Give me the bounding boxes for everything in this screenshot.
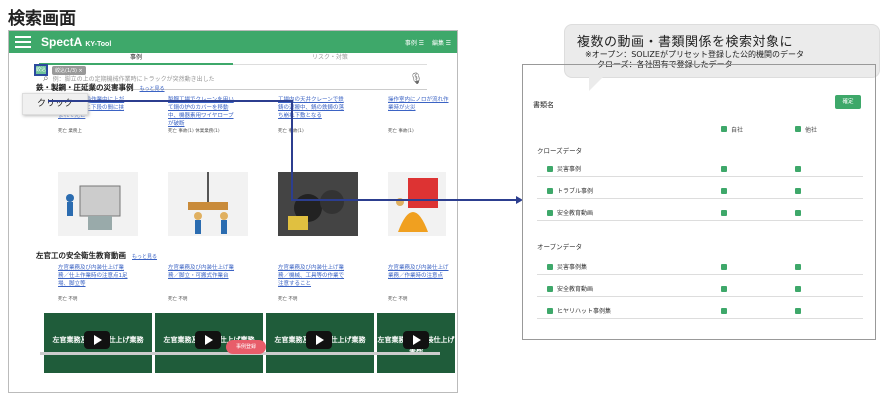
tab-cases[interactable]: 事例 (39, 53, 233, 65)
section-training-videos: 左官工の安全衛生教育動画 もっと見る (36, 251, 158, 260)
video-link[interactable]: 左官業務及び内装仕上げ業務／機械、工具等の作業で注意すること (278, 264, 348, 288)
page-title: 検索画面 (8, 9, 76, 29)
more-link[interactable]: もっと見る (140, 86, 165, 92)
more-link[interactable]: もっと見る (132, 254, 157, 260)
open-data-group: オープンデータ (537, 243, 583, 251)
connector-line (48, 100, 292, 102)
video-meta: 死亡 不明 (278, 297, 298, 302)
list-item[interactable]: トラブル事例 (537, 183, 863, 199)
video-link[interactable]: 左官業務及び内装仕上げ業務／仕上作業時の注意点1足場、脚立等 (58, 264, 128, 288)
case-meta: 死亡 事故(1) 休業業務(1) (168, 129, 220, 134)
section-disaster-cases: 鉄・製鋼・圧延業の災害事例 もっと見る (36, 83, 165, 92)
video-thumbnail[interactable]: 左官業務及び内装仕上げ業務 (44, 313, 152, 373)
case-meta: 死亡 事故(1) (388, 129, 414, 134)
video-thumbnail[interactable]: 左官業務及び内装仕上げ業務 (377, 313, 455, 373)
case-illustration[interactable] (278, 172, 358, 236)
document-filter-panel: 書類名 確定 自社 他社 クローズデータ 災害事例 トラブル事例 安全教育動画 … (522, 64, 876, 340)
panel-title: 書類名 (533, 101, 554, 109)
video-link[interactable]: 左官業務及び内装仕上げ業務／脚立・可搬式作業台 (168, 264, 238, 280)
confirm-button[interactable]: 確定 (835, 95, 861, 109)
case-illustration[interactable] (168, 172, 248, 236)
play-icon[interactable] (84, 331, 110, 349)
tab-risk[interactable]: リスク・対策 (233, 53, 427, 65)
list-item[interactable]: 災害事例 (537, 161, 863, 177)
filter-tag[interactable]: 絞込(1/3) × (52, 66, 86, 75)
case-illustration[interactable] (388, 172, 446, 236)
filter-button[interactable]: 絞込 (34, 64, 48, 76)
closed-data-group: クローズデータ (537, 147, 583, 155)
microphone-icon[interactable]: 🎙 (409, 72, 423, 85)
video-meta: 死亡 不明 (168, 297, 188, 302)
col-other-company[interactable]: 他社 (795, 125, 817, 134)
nav-cases[interactable]: 事例 ☰ (405, 38, 424, 47)
video-meta: 死亡 不明 (388, 297, 408, 302)
video-meta: 死亡 不明 (58, 297, 78, 302)
connector-line (291, 199, 521, 201)
case-illustration[interactable] (58, 172, 138, 236)
list-item[interactable]: 災害事例集 (537, 259, 863, 275)
play-icon[interactable] (306, 331, 332, 349)
case-link[interactable]: 操作室内にノロが流れ作業時が火災 (388, 96, 452, 112)
col-own-company[interactable]: 自社 (721, 125, 743, 134)
case-meta: 死亡 業務上 (58, 129, 82, 134)
brand: SpectA KY-Tool (41, 35, 112, 49)
register-case-button[interactable]: 事例登録 (226, 340, 266, 354)
video-link[interactable]: 左官業務及び内装仕上げ業務／作業時の注意点 (388, 264, 452, 280)
nav-edit[interactable]: 編集 ☰ (432, 38, 451, 47)
video-thumbnail[interactable]: 左官業務及び内装仕上げ業務 (266, 313, 374, 373)
list-item[interactable]: 安全教育動画 (537, 205, 863, 221)
play-icon[interactable] (403, 331, 429, 349)
menu-icon[interactable] (15, 36, 31, 48)
list-item[interactable]: ヒヤリハット事例集 (537, 303, 863, 319)
click-annotation: クリック (22, 93, 88, 115)
connector-line (291, 100, 293, 200)
list-item[interactable]: 安全教育動画 (537, 281, 863, 297)
play-icon[interactable] (195, 331, 221, 349)
app-bar: SpectA KY-Tool 事例 ☰ 編集 ☰ (9, 31, 457, 53)
